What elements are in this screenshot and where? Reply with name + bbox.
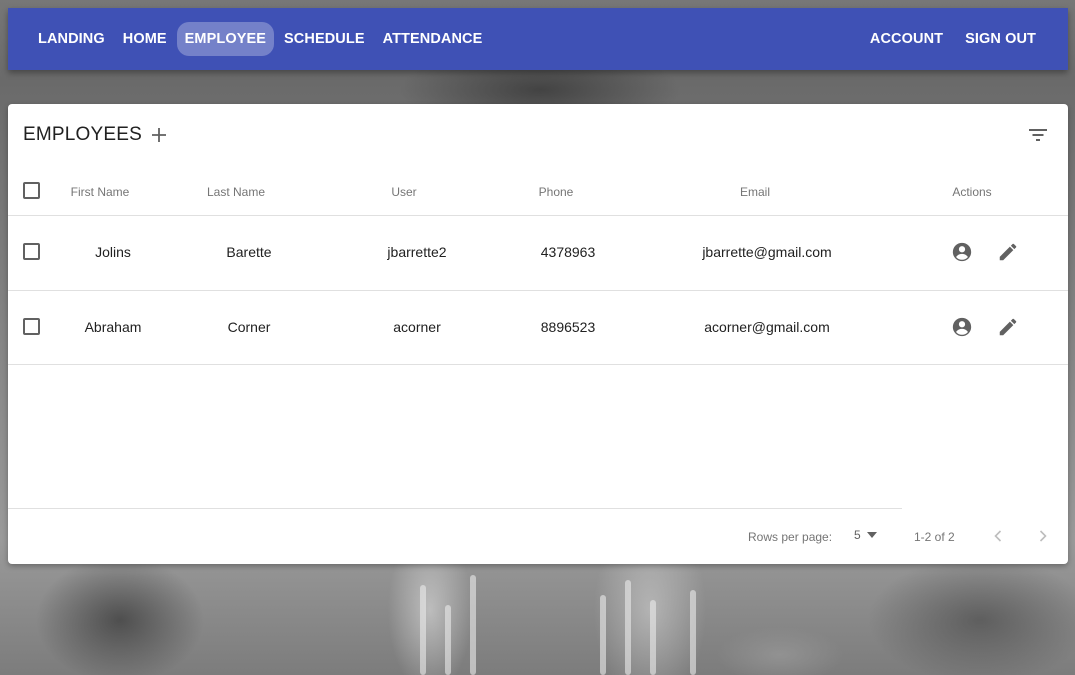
column-header-last-name[interactable]: Last Name [207,185,265,199]
divider [8,290,1068,291]
top-app-bar: LANDING HOME EMPLOYEE SCHEDULE ATTENDANC… [8,8,1068,70]
column-header-first-name[interactable]: First Name [71,185,130,199]
table-title: EMPLOYEES [23,124,143,145]
nav-right: ACCOUNT SIGN OUT [862,22,1046,56]
nav-employee-button[interactable]: EMPLOYEE [176,22,275,56]
cell-email: acorner@gmail.com [704,319,830,335]
nav-left: LANDING HOME EMPLOYEE SCHEDULE ATTENDANC… [30,22,492,56]
nav-attendance-button[interactable]: ATTENDANCE [375,22,491,56]
plus-icon[interactable] [150,126,168,144]
account-circle-icon[interactable] [951,316,973,338]
pencil-icon[interactable] [997,241,1019,263]
cell-user: jbarrette2 [387,244,447,260]
row-checkbox[interactable] [23,243,40,260]
nav-account-button[interactable]: ACCOUNT [862,22,951,56]
footer-divider [8,508,902,509]
page-range: 1-2 of 2 [914,530,955,544]
cell-first-name: Abraham [84,319,142,335]
employees-table-card: EMPLOYEES First Name Last Name User Phon… [8,104,1068,564]
cell-last-name: Barette [226,244,272,260]
divider [8,215,1068,216]
pencil-icon[interactable] [997,316,1019,338]
chevron-left-icon[interactable] [990,528,1006,544]
nav-schedule-button[interactable]: SCHEDULE [276,22,373,56]
filter-list-icon[interactable] [1028,127,1048,143]
select-all-checkbox[interactable] [23,182,40,199]
cell-last-name: Corner [227,319,271,335]
account-circle-icon[interactable] [951,241,973,263]
nav-home-button[interactable]: HOME [115,22,175,56]
rows-per-page-value: 5 [854,528,861,542]
divider [8,364,1068,365]
column-header-user[interactable]: User [391,185,416,199]
column-header-actions: Actions [952,185,992,199]
rows-per-page-select[interactable]: 5 [854,528,877,542]
cell-email: jbarrette@gmail.com [702,244,832,260]
column-header-phone[interactable]: Phone [539,185,574,199]
cell-phone: 4378963 [540,244,596,260]
dropdown-arrow-icon [866,532,877,538]
cell-phone: 8896523 [540,319,596,335]
row-checkbox[interactable] [23,318,40,335]
nav-landing-button[interactable]: LANDING [30,22,113,56]
cell-user: acorner [393,319,441,335]
column-header-email[interactable]: Email [740,185,770,199]
cell-first-name: Jolins [95,244,131,260]
chevron-right-icon[interactable] [1035,528,1051,544]
nav-sign-out-button[interactable]: SIGN OUT [957,22,1044,56]
rows-per-page-label: Rows per page: [748,530,833,544]
